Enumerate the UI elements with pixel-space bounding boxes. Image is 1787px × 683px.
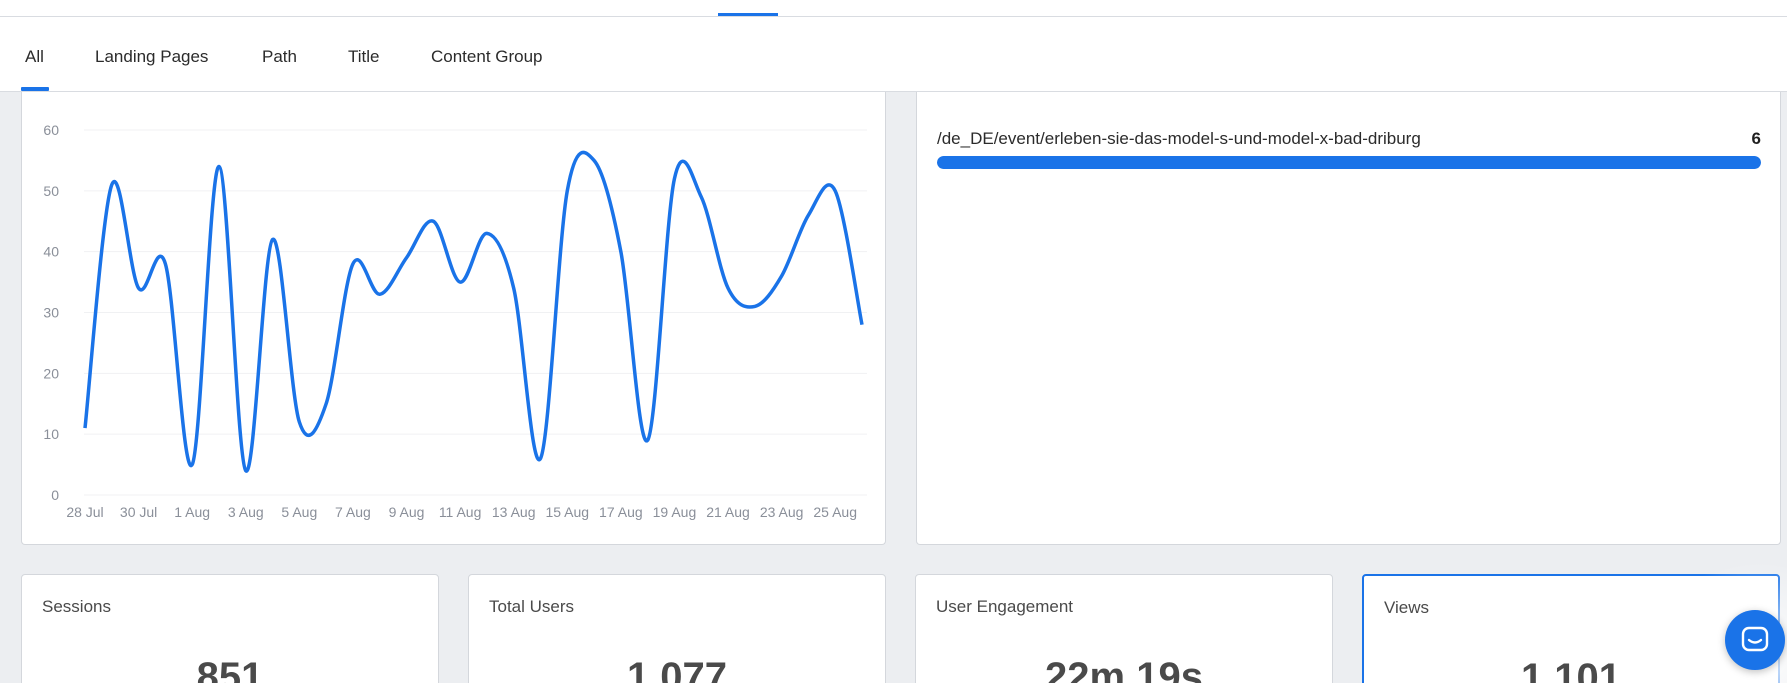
metric-card-views[interactable]: Views 1,101 xyxy=(1362,574,1780,683)
x-tick-label: 3 Aug xyxy=(228,504,264,520)
data-point[interactable] xyxy=(563,187,571,195)
chat-bubble-icon xyxy=(1741,626,1769,652)
data-point[interactable] xyxy=(108,181,116,189)
metric-label: User Engagement xyxy=(936,597,1074,616)
data-point[interactable] xyxy=(670,175,678,183)
data-point[interactable] xyxy=(349,260,357,268)
metric-value: 22m 19s xyxy=(1045,655,1203,683)
x-tick-label: 11 Aug xyxy=(439,504,482,520)
metric-label: Views xyxy=(1384,598,1430,617)
x-tick-label: 21 Aug xyxy=(706,504,750,520)
metric-card-sessions[interactable]: Sessions 851 xyxy=(21,574,439,683)
y-tick-label: 40 xyxy=(43,244,59,260)
x-tick-label: 23 Aug xyxy=(760,504,804,520)
y-tick-label: 60 xyxy=(43,122,59,138)
y-tick-label: 50 xyxy=(43,183,59,199)
data-point[interactable] xyxy=(804,211,812,219)
x-tick-label: 1 Aug xyxy=(174,504,210,520)
page-path-bar-fill xyxy=(937,156,1761,169)
x-tick-label: 30 Jul xyxy=(120,504,157,520)
data-point[interactable] xyxy=(697,193,705,201)
page-path-label[interactable]: /de_DE/event/erleben-sie-das-model-s-und… xyxy=(937,129,1421,149)
data-point[interactable] xyxy=(322,400,330,408)
data-point[interactable] xyxy=(135,284,143,292)
x-tick-label: 28 Jul xyxy=(66,504,103,520)
data-point[interactable] xyxy=(403,254,411,262)
data-point[interactable] xyxy=(858,321,866,329)
metric-card-total-users[interactable]: Total Users 1,077 xyxy=(468,574,886,683)
y-tick-label: 10 xyxy=(43,426,59,442)
series-line xyxy=(83,150,864,473)
tab-bar: All Landing Pages Path Title Content Gro… xyxy=(0,17,1787,92)
data-point[interactable] xyxy=(590,156,598,164)
top-strip xyxy=(0,0,1787,17)
page-path-value: 6 xyxy=(1751,129,1761,148)
tab-content-group[interactable]: Content Group xyxy=(431,47,543,67)
data-point[interactable] xyxy=(510,284,518,292)
metric-value: 1,101 xyxy=(1520,656,1622,683)
metric-label: Total Users xyxy=(489,597,575,616)
metric-card-user-engagement[interactable]: User Engagement 22m 19s xyxy=(915,574,1333,683)
data-point[interactable] xyxy=(81,424,89,432)
top-tab-indicator xyxy=(718,13,778,16)
data-point[interactable] xyxy=(188,461,196,469)
tab-title[interactable]: Title xyxy=(348,47,380,67)
x-tick-label: 25 Aug xyxy=(813,504,857,520)
trend-chart-card: 0 10 20 30 40 50 60 28 Jul 30 Jul 1 Aug 3 Aug 5 Aug… xyxy=(21,92,886,545)
page-path-bar xyxy=(937,156,1761,169)
data-point[interactable] xyxy=(778,272,786,280)
data-point[interactable] xyxy=(724,284,732,292)
data-point[interactable] xyxy=(536,455,544,463)
data-point[interactable] xyxy=(644,436,652,444)
y-tick-label: 20 xyxy=(43,365,59,381)
x-tick-label: 17 Aug xyxy=(599,504,643,520)
tab-path[interactable]: Path xyxy=(262,47,297,67)
x-tick-label: 19 Aug xyxy=(653,504,697,520)
x-tick-label: 5 Aug xyxy=(281,504,317,520)
tab-landing-pages[interactable]: Landing Pages xyxy=(95,47,208,67)
x-tick-label: 15 Aug xyxy=(545,504,589,520)
data-point[interactable] xyxy=(831,187,839,195)
metric-value: 1,077 xyxy=(626,655,728,683)
y-tick-label: 0 xyxy=(51,487,59,503)
metric-label: Sessions xyxy=(42,597,111,616)
data-point[interactable] xyxy=(215,163,223,171)
data-point[interactable] xyxy=(751,302,759,310)
data-point[interactable] xyxy=(269,236,277,244)
x-tick-label: 7 Aug xyxy=(335,504,371,520)
data-point[interactable] xyxy=(617,248,625,256)
data-point[interactable] xyxy=(429,217,437,225)
chat-launcher-button[interactable] xyxy=(1725,610,1785,670)
trend-line-chart: 0 10 20 30 40 50 60 28 Jul 30 Jul 1 Aug 3 Aug 5 Aug… xyxy=(43,122,867,520)
metric-value: 851 xyxy=(196,655,264,683)
data-point[interactable] xyxy=(242,467,250,475)
tab-all[interactable]: All xyxy=(25,47,44,67)
data-point[interactable] xyxy=(295,418,303,426)
x-tick-label: 13 Aug xyxy=(492,504,536,520)
data-point[interactable] xyxy=(376,290,384,298)
active-tab-underline xyxy=(21,87,49,91)
data-point[interactable] xyxy=(483,229,491,237)
x-tick-label: 9 Aug xyxy=(389,504,425,520)
data-point[interactable] xyxy=(161,260,169,268)
data-point[interactable] xyxy=(456,278,464,286)
y-tick-label: 30 xyxy=(43,305,59,321)
top-pages-card: /de_DE/event/erleben-sie-das-model-s-und… xyxy=(916,92,1781,545)
